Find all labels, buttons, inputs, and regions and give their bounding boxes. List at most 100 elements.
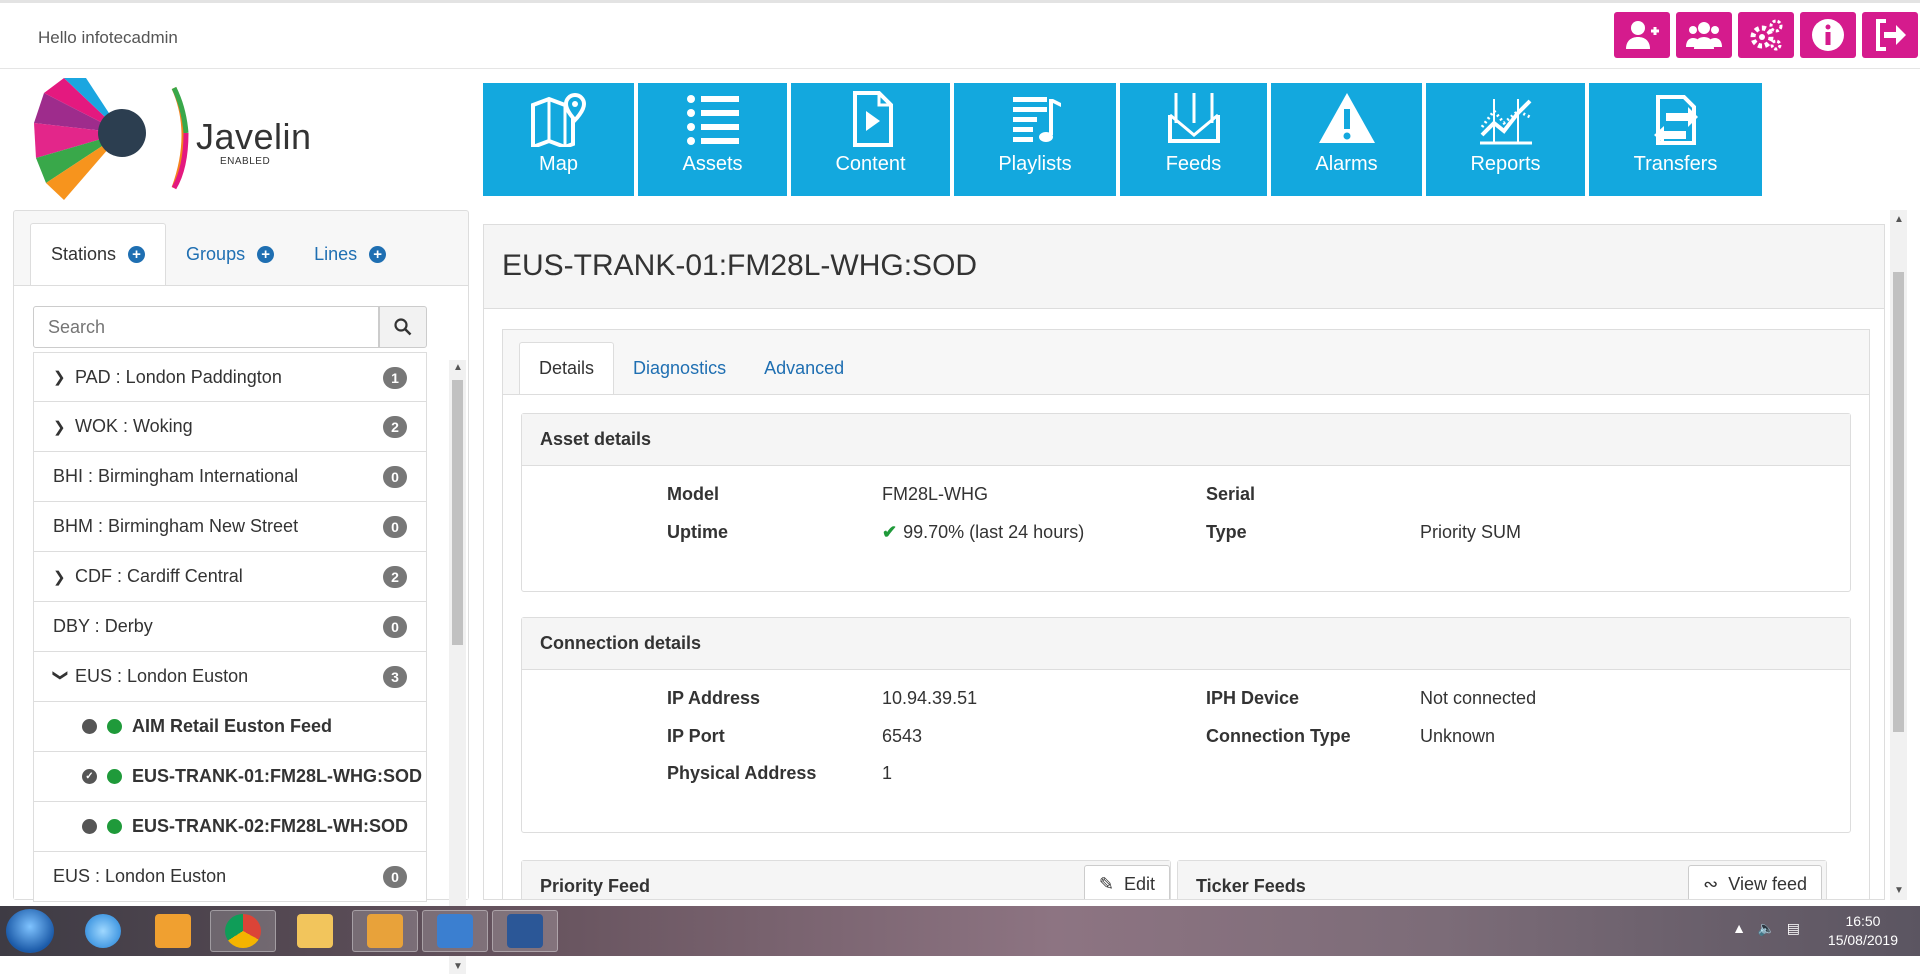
- connection-details-heading: Connection details: [522, 618, 1850, 670]
- nav-assets[interactable]: Assets: [638, 83, 787, 196]
- word-taskbar-button[interactable]: [492, 910, 558, 952]
- station-item-eus[interactable]: ❯ EUS : London Euston 3: [33, 652, 427, 702]
- search-icon: [394, 318, 412, 336]
- clock-time: 16:50: [1845, 913, 1881, 929]
- search-button[interactable]: [379, 306, 427, 348]
- scroll-up-icon[interactable]: ▲: [453, 362, 463, 373]
- add-group-icon[interactable]: +: [257, 246, 275, 263]
- scroll-down-icon[interactable]: ▼: [453, 961, 463, 972]
- folder-icon: [297, 914, 333, 948]
- count-badge: 2: [383, 416, 407, 438]
- chevron-right-icon[interactable]: ❯: [53, 368, 69, 386]
- station-item-bhi[interactable]: BHI : Birmingham International 0: [33, 452, 427, 502]
- online-dot: [107, 819, 122, 834]
- scrollbar-thumb[interactable]: [452, 380, 463, 645]
- asset-item-trank-01[interactable]: ✓ EUS-TRANK-01:FM28L-WHG:SOD: [33, 752, 427, 802]
- network-icon[interactable]: ▤: [1787, 920, 1800, 936]
- physical-address-label: Physical Address: [667, 763, 817, 783]
- tab-lines[interactable]: Lines +: [294, 223, 406, 286]
- sidebar-scrollbar[interactable]: ▲ ▼: [449, 360, 466, 974]
- tab-stations[interactable]: Stations +: [30, 223, 167, 286]
- users-button[interactable]: [1676, 12, 1732, 58]
- asset-item-aim-retail[interactable]: AIM Retail Euston Feed: [33, 702, 427, 752]
- tab-advanced[interactable]: Advanced: [745, 342, 863, 395]
- view-feed-button[interactable]: ∾ View feed: [1688, 865, 1822, 899]
- nav-playlists-label: Playlists: [998, 153, 1072, 175]
- add-line-icon[interactable]: +: [369, 246, 387, 263]
- feeds-icon: [1167, 93, 1220, 143]
- media-taskbar-button[interactable]: [140, 910, 206, 952]
- station-label: BHI : Birmingham International: [53, 466, 299, 486]
- tab-lines-label: Lines: [314, 244, 358, 264]
- station-label: EUS : London Euston: [53, 866, 227, 886]
- nav-reports[interactable]: Reports: [1426, 83, 1585, 196]
- ie-taskbar-button[interactable]: [70, 910, 136, 952]
- station-item-bhm[interactable]: BHM : Birmingham New Street 0: [33, 502, 427, 552]
- priority-feed-card: Priority Feed ✎ Edit: [521, 860, 1171, 899]
- outlook-taskbar-button[interactable]: [352, 910, 418, 952]
- search-input[interactable]: [33, 306, 379, 348]
- station-item-cdf[interactable]: ❯ CDF : Cardiff Central 2: [33, 552, 427, 602]
- chevron-right-icon[interactable]: ❯: [53, 418, 69, 436]
- scroll-down-icon[interactable]: ▼: [1894, 885, 1904, 896]
- model-value: FM28L-WHG: [882, 484, 989, 504]
- uptime-label: Uptime: [667, 522, 729, 542]
- edit-button[interactable]: ✎ Edit: [1083, 865, 1170, 899]
- nav-alarms-label: Alarms: [1315, 153, 1378, 175]
- chrome-icon: [225, 914, 261, 948]
- info-button[interactable]: [1800, 12, 1856, 58]
- scrollbar-thumb[interactable]: [1893, 272, 1904, 732]
- nav-transfers[interactable]: Transfers: [1589, 83, 1762, 196]
- tab-groups[interactable]: Groups +: [166, 223, 294, 286]
- view-feed-label: View feed: [1728, 873, 1807, 894]
- asset-label: AIM Retail Euston Feed: [132, 716, 333, 736]
- tab-diagnostics[interactable]: Diagnostics: [614, 342, 745, 395]
- asset-item-trank-02[interactable]: EUS-TRANK-02:FM28L-WH:SOD: [33, 802, 427, 852]
- station-item-eus-2[interactable]: EUS : London Euston 0: [33, 852, 427, 902]
- count-badge: 0: [383, 466, 407, 488]
- tray-expand-icon[interactable]: ▲: [1732, 920, 1746, 936]
- sidebar-tabs: Stations + Groups + Lines +: [30, 223, 406, 286]
- station-item-dby[interactable]: DBY : Derby 0: [33, 602, 427, 652]
- nav-map-label: Map: [539, 153, 578, 175]
- warning-icon: [1318, 93, 1375, 143]
- station-item-wok[interactable]: ❯ WOK : Woking 2: [33, 402, 427, 452]
- online-dot: [107, 769, 122, 784]
- chevron-down-icon[interactable]: ❯: [52, 669, 70, 685]
- nav-feeds[interactable]: Feeds: [1120, 83, 1267, 196]
- nav-map[interactable]: Map: [483, 83, 634, 196]
- main-scrollbar[interactable]: ▲ ▼: [1890, 210, 1907, 900]
- volume-icon[interactable]: 🔈: [1758, 920, 1775, 936]
- nav-alarms[interactable]: Alarms: [1271, 83, 1422, 196]
- logo-subtext: ENABLED: [220, 156, 271, 167]
- station-item-pad[interactable]: ❯ PAD : London Paddington 1: [33, 352, 427, 402]
- tab-details[interactable]: Details: [519, 342, 615, 395]
- start-button[interactable]: [6, 909, 54, 953]
- status-dot: [82, 819, 97, 834]
- app-taskbar-button[interactable]: [422, 910, 488, 952]
- add-user-button[interactable]: [1614, 12, 1670, 58]
- type-label: Type: [1206, 522, 1247, 542]
- connection-type-label: Connection Type: [1206, 726, 1351, 746]
- add-station-icon[interactable]: +: [128, 246, 146, 263]
- map-icon: [530, 92, 586, 147]
- check-icon: ✔: [882, 522, 898, 542]
- nav-content[interactable]: Content: [791, 83, 950, 196]
- ie-icon: [85, 914, 121, 948]
- asset-label: EUS-TRANK-01:FM28L-WHG:SOD: [132, 766, 422, 786]
- explorer-taskbar-button[interactable]: [282, 910, 348, 952]
- status-dot: [82, 719, 97, 734]
- outlook-icon: [367, 914, 403, 948]
- settings-icon: [1750, 19, 1783, 51]
- taskbar-clock[interactable]: 16:50 15/08/2019: [1828, 912, 1898, 950]
- chevron-right-icon[interactable]: ❯: [53, 568, 69, 586]
- logo-text: Javelin: [196, 116, 312, 157]
- logout-button[interactable]: [1862, 12, 1918, 58]
- station-label: CDF : Cardiff Central: [75, 566, 243, 586]
- settings-button[interactable]: [1738, 12, 1794, 58]
- chrome-taskbar-button[interactable]: [210, 910, 276, 952]
- nav-playlists[interactable]: Playlists: [954, 83, 1116, 196]
- priority-feed-heading: Priority Feed: [522, 861, 1170, 899]
- online-dot: [107, 719, 122, 734]
- scroll-up-icon[interactable]: ▲: [1894, 214, 1904, 225]
